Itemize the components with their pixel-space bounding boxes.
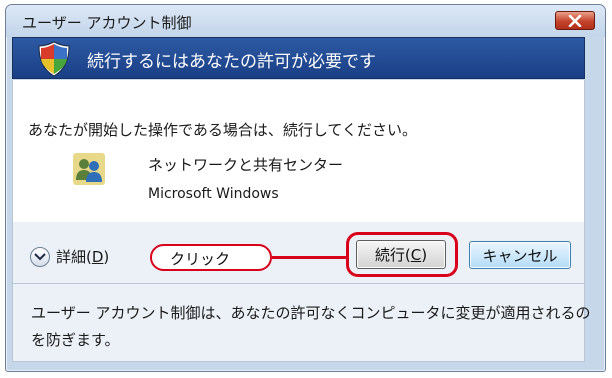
click-callout: クリック bbox=[150, 244, 272, 271]
content-panel bbox=[12, 80, 585, 222]
title-bar: ユーザー アカウント制御 bbox=[6, 5, 605, 37]
details-label: 詳細(D) bbox=[56, 246, 109, 267]
cancel-button[interactable]: キャンセル bbox=[469, 241, 571, 269]
footer-divider bbox=[12, 283, 585, 284]
callout-connector bbox=[272, 256, 346, 259]
window-title: ユーザー アカウント制御 bbox=[22, 14, 192, 32]
program-name: ネットワークと共有センター bbox=[148, 156, 344, 174]
continue-highlight-ring bbox=[346, 232, 458, 277]
close-icon bbox=[568, 14, 582, 27]
chevron-down-icon bbox=[34, 252, 46, 260]
uac-shield-icon bbox=[38, 41, 70, 77]
details-label-text: 詳細( bbox=[56, 248, 92, 266]
banner-heading: 続行するにはあなたの許可が必要です bbox=[87, 52, 376, 72]
footer-description: ユーザー アカウント制御は、あなたの許可なくコンピュータに変更が適用されるのを防… bbox=[31, 304, 591, 349]
details-circle bbox=[30, 246, 50, 267]
publisher-name: Microsoft Windows bbox=[148, 186, 279, 202]
instruction-text: あなたが開始した操作である場合は、続行してください。 bbox=[28, 121, 417, 139]
close-button[interactable] bbox=[555, 11, 595, 30]
details-accel-key: D bbox=[91, 248, 104, 266]
details-toggle[interactable]: 詳細(D) bbox=[30, 246, 109, 267]
details-label-end: ) bbox=[103, 248, 110, 266]
network-sharing-center-icon bbox=[73, 153, 105, 185]
banner: 続行するにはあなたの許可が必要です bbox=[12, 37, 585, 79]
